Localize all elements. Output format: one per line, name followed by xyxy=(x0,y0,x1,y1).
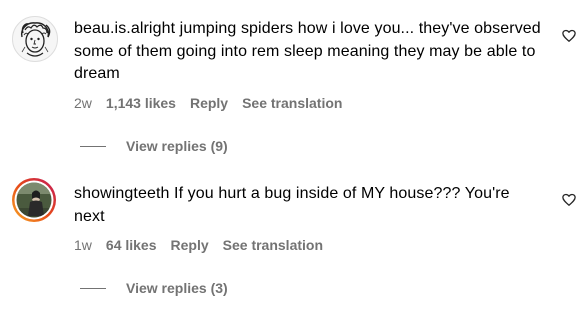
comment-likes-count[interactable]: 64 likes xyxy=(106,237,157,253)
comment-timestamp[interactable]: 2w xyxy=(74,95,92,111)
comment-username[interactable]: beau.is.alright xyxy=(74,20,175,37)
heart-outline-icon[interactable] xyxy=(562,193,576,207)
view-replies-label: View replies (9) xyxy=(126,138,228,154)
avatar[interactable] xyxy=(12,16,58,62)
reply-button[interactable]: Reply xyxy=(190,95,228,111)
reply-button[interactable]: Reply xyxy=(171,237,209,253)
view-replies-button[interactable]: View replies (9) xyxy=(80,136,228,156)
comment-body: beau.is.alright jumping spiders how i lo… xyxy=(74,18,544,86)
comment-likes-count[interactable]: 1,143 likes xyxy=(106,95,176,111)
heart-outline-icon[interactable] xyxy=(562,29,576,43)
comment-body: showingteeth If you hurt a bug inside of… xyxy=(74,183,544,228)
replies-divider-line xyxy=(80,287,106,289)
comment-meta: 1w 64 likes Reply See translation xyxy=(74,237,323,253)
sketch-portrait-avatar-icon xyxy=(13,17,57,61)
avatar[interactable] xyxy=(12,178,56,222)
comment-timestamp[interactable]: 1w xyxy=(74,237,92,253)
comment-meta: 2w 1,143 likes Reply See translation xyxy=(74,95,342,111)
comment-username[interactable]: showingteeth xyxy=(74,185,170,202)
story-ring-photo-avatar-icon xyxy=(14,180,54,220)
see-translation-button[interactable]: See translation xyxy=(242,95,342,111)
view-replies-button[interactable]: View replies (3) xyxy=(80,278,228,298)
view-replies-label: View replies (3) xyxy=(126,280,228,296)
replies-divider-line xyxy=(80,145,106,147)
see-translation-button[interactable]: See translation xyxy=(223,237,323,253)
